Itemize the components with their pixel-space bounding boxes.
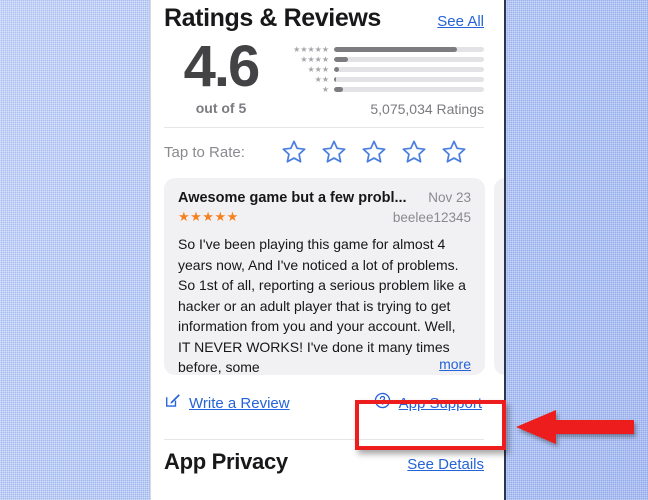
- review-star-rating: ★★★★★: [178, 209, 239, 224]
- rating-bar-fill: [334, 77, 337, 82]
- review-subheader: ★★★★★ beelee12345: [178, 209, 471, 225]
- rating-bar-stars-label: ★★: [314, 75, 329, 84]
- rating-bar-row: ★★★★★: [278, 45, 484, 54]
- average-score-block: 4.6 out of 5: [164, 34, 278, 117]
- tap-to-rate-star-2[interactable]: [321, 139, 347, 165]
- rating-bar-track: [334, 47, 484, 52]
- write-a-review-label: Write a Review: [189, 394, 290, 412]
- app-support-label: App Support: [398, 394, 482, 412]
- tap-to-rate-star-5[interactable]: [441, 139, 467, 165]
- app-privacy-title: App Privacy: [164, 449, 288, 474]
- rating-bar-stars-label: ★★★★★: [293, 45, 329, 54]
- app-privacy-header: App Privacy See Details: [150, 440, 506, 475]
- review-card[interactable]: Awesome game but a few probl... Nov 23 ★…: [164, 178, 485, 375]
- page-title: Ratings & Reviews: [164, 4, 381, 32]
- ratings-reviews-header: Ratings & Reviews See All: [150, 0, 506, 33]
- review-title: Awesome game but a few probl...: [178, 190, 407, 206]
- rating-bar-row: ★★★★: [278, 55, 484, 64]
- rating-bars: ★★★★★ ★★★★ ★★★ ★★ ★: [278, 45, 484, 94]
- rating-bar-fill: [334, 57, 348, 62]
- compose-icon: [164, 392, 181, 414]
- rating-bar-fill: [334, 47, 457, 52]
- rating-bar-stars-label: ★★★★: [300, 55, 329, 64]
- rating-bar-track: [334, 77, 484, 82]
- rating-bar-fill: [334, 67, 339, 72]
- rating-summary: 4.6 out of 5 ★★★★★ ★★★★ ★★★ ★★ ★ 5,075,034 R…: [150, 34, 506, 117]
- app-support-button[interactable]: App Support: [374, 392, 482, 414]
- review-date: Nov 23: [428, 190, 471, 205]
- tap-to-rate-label: Tap to Rate:: [164, 143, 245, 161]
- question-circle-icon: [374, 392, 391, 414]
- rating-bar-row: ★: [278, 85, 484, 94]
- out-of-label: out of 5: [195, 100, 247, 117]
- review-card-content: Awesome game but a few probl... Nov 23 ★…: [164, 178, 485, 375]
- rating-bar-track: [334, 67, 484, 72]
- rating-bar-stars-label: ★: [321, 85, 329, 94]
- rating-bar-row: ★★: [278, 75, 484, 84]
- rating-bar-fill: [334, 87, 343, 92]
- tap-to-rate-star-3[interactable]: [361, 139, 387, 165]
- more-link[interactable]: more: [439, 356, 471, 372]
- review-actions-row: Write a Review App Support: [150, 377, 506, 429]
- tap-to-rate-star-4[interactable]: [401, 139, 427, 165]
- rating-bar-track: [334, 87, 484, 92]
- see-all-link[interactable]: See All: [437, 13, 484, 30]
- write-a-review-button[interactable]: Write a Review: [164, 392, 290, 414]
- review-card-next[interactable]: [494, 178, 506, 375]
- review-header: Awesome game but a few probl... Nov 23: [178, 190, 471, 206]
- tap-to-rate-star-1[interactable]: [281, 139, 307, 165]
- tap-to-rate-stars[interactable]: [281, 139, 467, 165]
- review-username: beelee12345: [392, 209, 471, 225]
- see-details-link[interactable]: See Details: [407, 456, 484, 473]
- average-score: 4.6: [183, 34, 261, 99]
- rating-bar-row: ★★★: [278, 65, 484, 74]
- rating-bar-track: [334, 57, 484, 62]
- rating-distribution: ★★★★★ ★★★★ ★★★ ★★ ★ 5,075,034 Ratings: [278, 39, 484, 117]
- ratings-count: 5,075,034 Ratings: [370, 101, 484, 117]
- reviews-carousel[interactable]: Awesome game but a few probl... Nov 23 ★…: [150, 178, 506, 375]
- rating-bar-stars-label: ★★★: [307, 65, 329, 74]
- phone-screen: Ratings & Reviews See All 4.6 out of 5 ★…: [150, 0, 506, 500]
- review-more-wrap: more: [405, 353, 485, 375]
- tap-to-rate-row: Tap to Rate:: [150, 128, 506, 176]
